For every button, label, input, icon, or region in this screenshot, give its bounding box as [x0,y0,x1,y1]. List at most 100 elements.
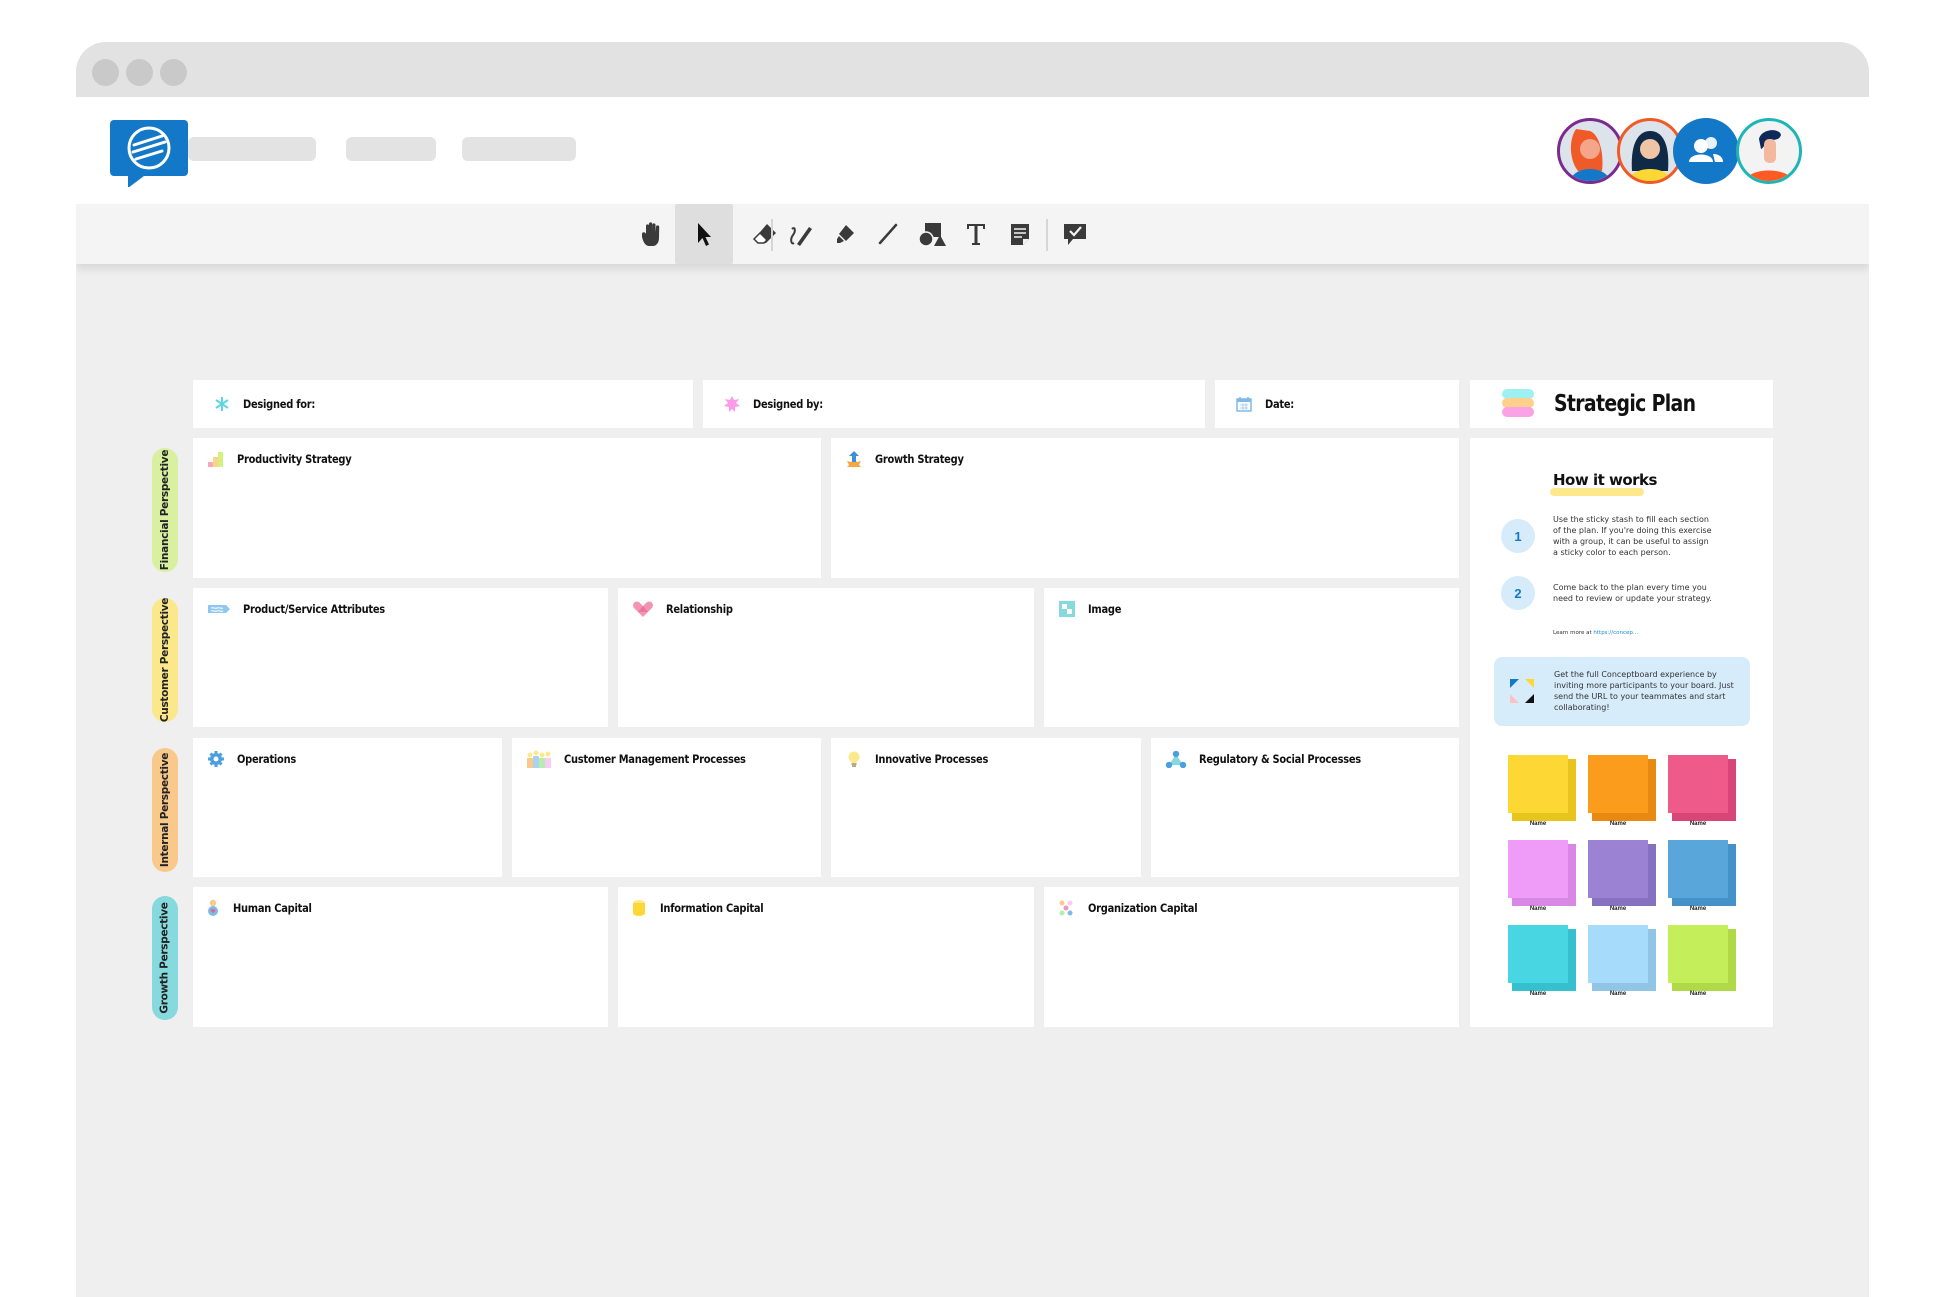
board-title: Strategic Plan [1554,391,1696,417]
person-heart-icon [207,899,219,917]
step-1-badge: 1 [1501,519,1535,553]
person-icon [1570,129,1610,181]
sticky-note-stack[interactable]: Name [1668,840,1736,914]
human-capital-section[interactable]: Human Capital [193,887,608,1027]
gear-icon [207,750,225,768]
date-label: Date: [1265,397,1294,411]
internal-perspective-label: Internal Perspective [152,748,178,872]
note-icon [1011,224,1029,245]
hand-tool-button[interactable] [631,204,675,264]
pen-tool-button[interactable] [778,204,822,264]
database-icon [632,899,646,917]
window-maximize-dot[interactable] [160,59,187,86]
growth-strategy-section[interactable]: Growth Strategy [831,438,1459,578]
arrow-up-icon [845,450,863,468]
learn-more-text: Learn more at https://concep... [1553,630,1639,636]
regulatory-social-processes-section[interactable]: Regulatory & Social Processes [1151,738,1459,877]
badge-icon [723,395,741,413]
network-icon [1165,750,1187,768]
how-it-works-panel: How it works 1 Use the sticky stash to f… [1470,438,1773,1027]
conceptboard-logo[interactable] [110,120,188,188]
shapes-icon [918,223,946,247]
sticky-note-stack[interactable]: Name [1588,925,1656,999]
productivity-strategy-section[interactable]: Productivity Strategy [193,438,821,578]
avatar-current-user[interactable] [1736,118,1802,184]
section-title: Product/Service Attributes [243,602,385,616]
sticky-note-face [1588,840,1648,898]
section-title: Growth Strategy [875,452,964,466]
customer-management-processes-section[interactable]: Customer Management Processes [512,738,821,877]
people-group-icon [526,750,552,768]
designed-by-field[interactable]: Designed by: [703,380,1205,428]
how-it-works-heading: How it works [1553,471,1657,489]
tag-icon [207,600,231,618]
sticky-note-label: Name [1609,906,1627,912]
invite-info-text: Get the full Conceptboard experience by … [1554,670,1734,712]
window-minimize-dot[interactable] [126,59,153,86]
operations-section[interactable]: Operations [193,738,502,877]
nav-placeholder-3[interactable] [462,137,576,161]
sticky-note-face [1508,925,1568,983]
growth-perspective-label: Growth Perspective [152,896,178,1020]
step-2-badge: 2 [1501,576,1535,610]
line-icon [878,223,898,245]
sticky-note-stack[interactable]: Name [1508,755,1576,829]
text-tool-button[interactable] [954,204,998,264]
text-icon [967,224,985,245]
innovative-processes-section[interactable]: Innovative Processes [831,738,1141,877]
section-title: Operations [237,752,297,766]
sticky-note-stack[interactable]: Name [1668,925,1736,999]
users-icon [1689,137,1723,162]
sticky-note-stack[interactable]: Name [1508,925,1576,999]
sticky-note-stack[interactable]: Name [1588,755,1656,829]
invite-info-box: Get the full Conceptboard experience by … [1494,657,1750,726]
conceptboard-mark-icon [1510,679,1534,703]
sticky-note-label: Name [1529,991,1547,997]
section-title: Customer Management Processes [564,752,746,766]
designed-by-label: Designed by: [753,397,823,411]
product-service-attributes-section[interactable]: Product/Service Attributes [193,588,608,727]
step-2-text: Come back to the plan every time you nee… [1553,583,1712,603]
title-bar [76,42,1869,97]
heart-icon [632,600,654,618]
highlighter-tool-button[interactable] [822,204,866,264]
window-close-dot[interactable] [92,59,119,86]
shapes-tool-button[interactable] [910,204,954,264]
sticky-note-tool-button[interactable] [998,204,1042,264]
person-icon [1745,130,1793,181]
nav-placeholder-2[interactable] [346,137,436,161]
sticky-note-stack[interactable]: Name [1668,755,1736,829]
sticky-note-face [1668,840,1728,898]
nav-placeholder-1[interactable] [188,137,316,161]
highlighter-icon [837,225,854,243]
learn-more-link[interactable]: https://concep... [1593,630,1638,636]
comment-tool-button[interactable] [1053,204,1097,264]
app-header [76,97,1869,204]
dots-cluster-icon [1058,899,1076,917]
sticky-note-stack[interactable]: Name [1588,840,1656,914]
avatar-collaborator-1[interactable] [1557,118,1623,184]
relationship-section[interactable]: Relationship [618,588,1034,727]
pen-icon [790,227,812,246]
lightbulb-icon [845,750,863,768]
sticky-note-face [1508,840,1568,898]
sticky-note-label: Name [1529,821,1547,827]
sticky-note-label: Name [1609,991,1627,997]
organization-capital-section[interactable]: Organization Capital [1044,887,1459,1027]
date-field[interactable]: Date: [1215,380,1459,428]
designed-for-field[interactable]: Designed for: [193,380,693,428]
hand-icon [642,222,660,246]
sticky-note-label: Name [1689,906,1707,912]
sticky-note-label: Name [1689,991,1707,997]
sticky-note-face [1508,755,1568,813]
line-tool-button[interactable] [866,204,910,264]
information-capital-section[interactable]: Information Capital [618,887,1034,1027]
designed-for-label: Designed for: [243,397,316,411]
section-title: Productivity Strategy [237,452,352,466]
section-title: Relationship [666,602,733,616]
select-tool-button[interactable] [675,204,733,264]
participants-button[interactable] [1673,118,1739,184]
sticky-note-stack[interactable]: Name [1508,840,1576,914]
image-section[interactable]: Image [1044,588,1459,727]
eraser-icon [752,224,776,244]
